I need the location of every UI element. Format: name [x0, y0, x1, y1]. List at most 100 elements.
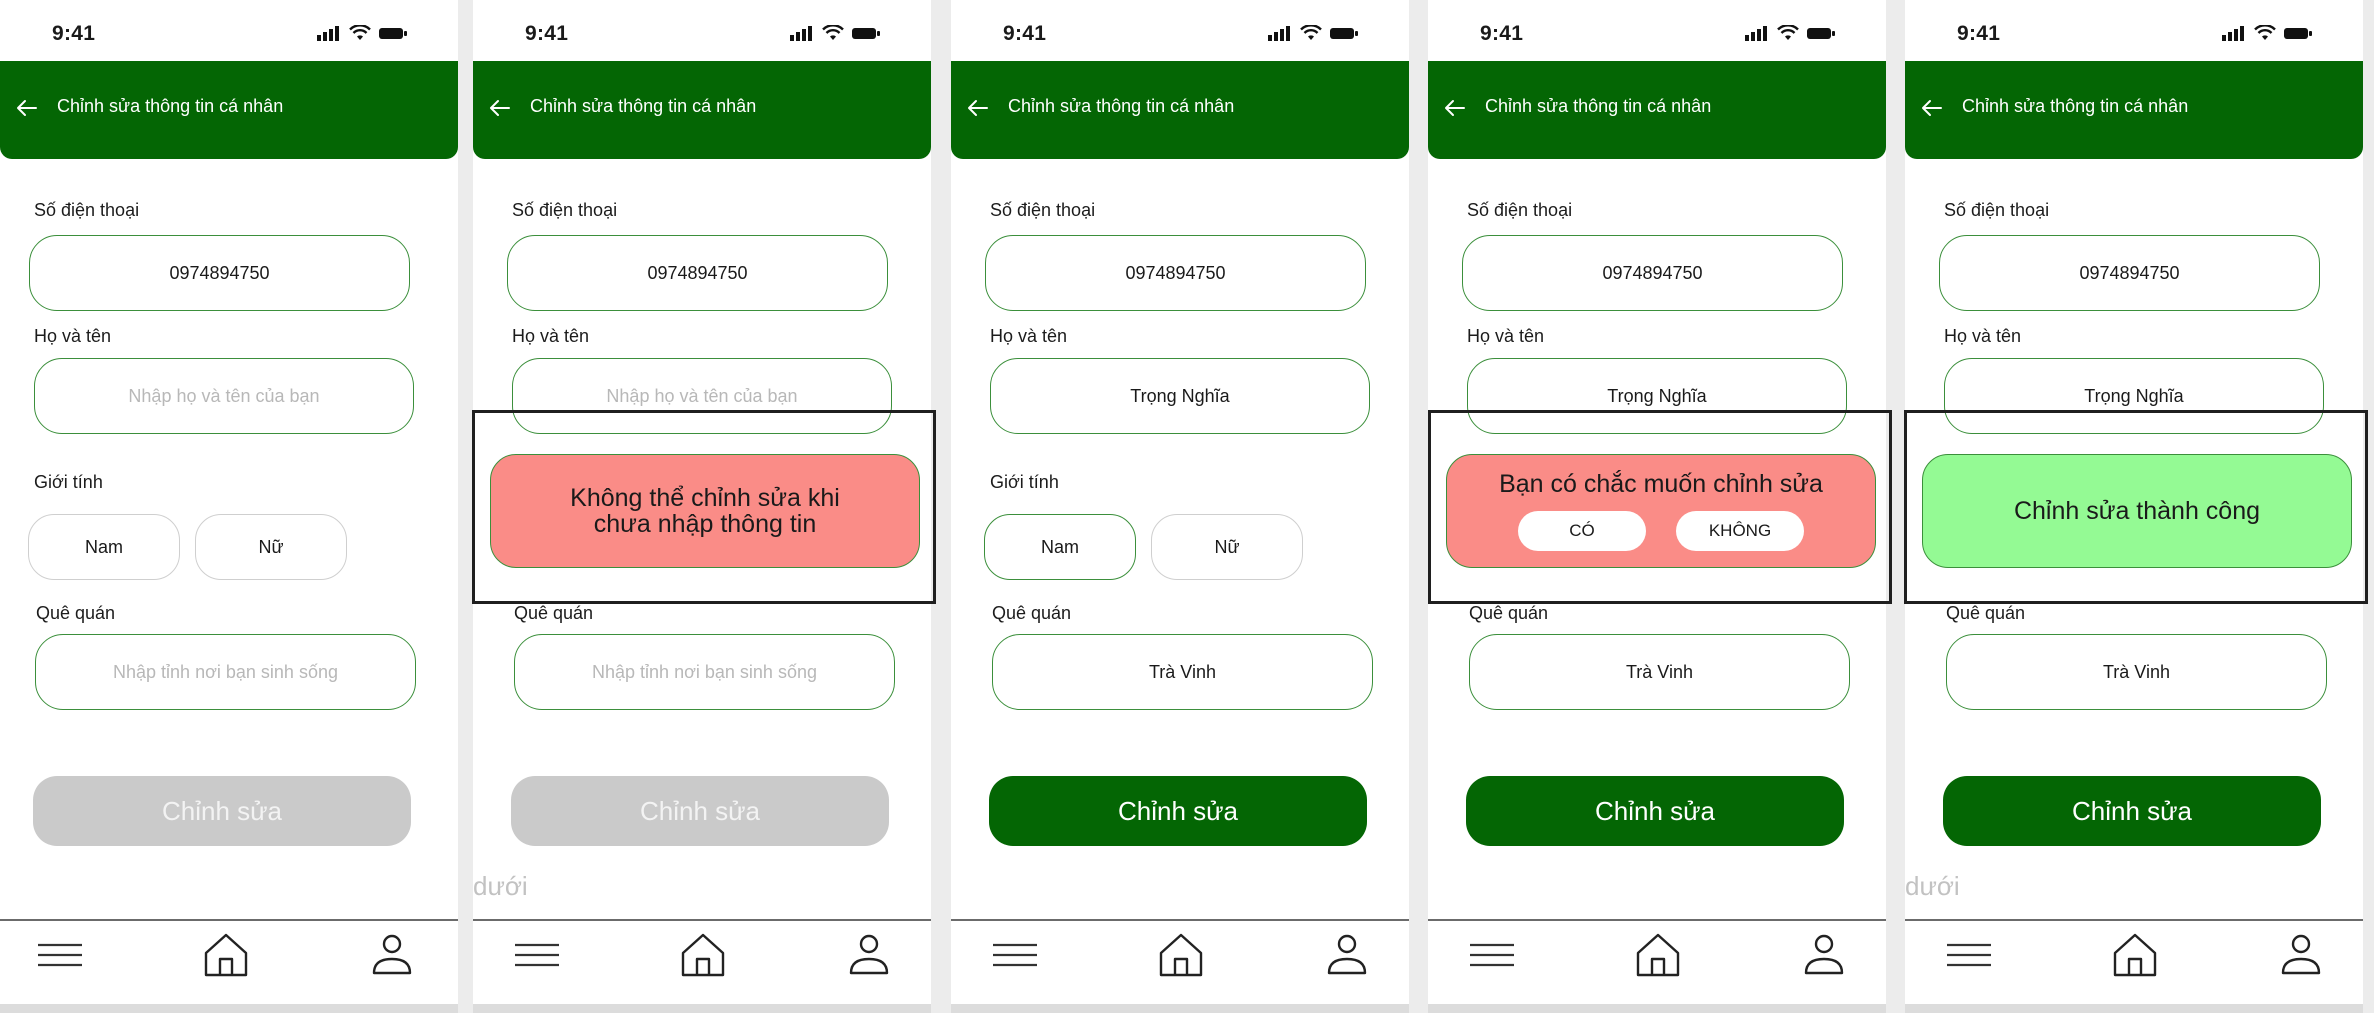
- phone-field[interactable]: 0974894750: [1462, 235, 1843, 311]
- hometown-label: Quê quán: [514, 603, 594, 623]
- battery-icon: [852, 27, 880, 39]
- header-bar: Chỉnh sửa thông tin cá nhân: [1905, 61, 2363, 159]
- wifi-icon: [2254, 25, 2276, 40]
- page-title: Chỉnh sửa thông tin cá nhân: [530, 96, 757, 116]
- status-bar: 9:41: [473, 0, 931, 60]
- confirm-no-button[interactable]: KHÔNG: [1676, 511, 1804, 551]
- signal-icon: [790, 26, 812, 41]
- status-bar: 9:41: [1428, 0, 1886, 60]
- status-time: 9:41: [525, 22, 569, 45]
- home-icon[interactable]: [2109, 929, 2161, 981]
- confirm-dialog-text: Bạn có chắc muốn chỉnh sửa: [1499, 470, 1823, 498]
- phone-field[interactable]: 0974894750: [985, 235, 1366, 311]
- user-icon[interactable]: [1798, 929, 1850, 981]
- page-title: Chỉnh sửa thông tin cá nhân: [1008, 96, 1235, 116]
- edit-submit-button[interactable]: Chỉnh sửa: [511, 776, 889, 846]
- home-icon[interactable]: [1632, 929, 1684, 981]
- name-label: Họ và tên: [512, 326, 590, 346]
- menu-icon[interactable]: [34, 929, 86, 981]
- gender-male-button[interactable]: Nam: [984, 514, 1136, 580]
- signal-icon: [317, 26, 339, 41]
- phone-label: Số điện thoại: [1467, 200, 1573, 220]
- name-label: Họ và tên: [1467, 326, 1545, 346]
- stray-text: dưới: [1905, 871, 1960, 901]
- status-time: 9:41: [1957, 22, 2001, 45]
- status-icons: [1267, 24, 1359, 42]
- arrow-left-icon[interactable]: [487, 95, 513, 121]
- error-dialog: Không thể chỉnh sửa khi chưa nhập thông …: [490, 454, 920, 568]
- home-icon[interactable]: [677, 929, 729, 981]
- edit-profile-screen-empty: 9:41 Chỉnh sửa thông tin cá nhân Số điện…: [0, 0, 458, 1013]
- arrow-left-icon[interactable]: [1919, 95, 1945, 121]
- hometown-field[interactable]: Nhập tỉnh nơi bạn sinh sống: [514, 634, 895, 710]
- edit-submit-button[interactable]: Chỉnh sửa: [33, 776, 411, 846]
- success-dialog-text: Chỉnh sửa thành công: [2013, 497, 2261, 525]
- page-title: Chỉnh sửa thông tin cá nhân: [57, 96, 284, 116]
- header-bar: Chỉnh sửa thông tin cá nhân: [0, 61, 458, 159]
- arrow-left-icon[interactable]: [1442, 95, 1468, 121]
- status-icons: [316, 24, 408, 42]
- user-icon[interactable]: [366, 929, 418, 981]
- error-dialog-line2: chưa nhập thông tin: [593, 510, 817, 538]
- gender-label: Giới tính: [990, 472, 1059, 492]
- battery-icon: [2284, 27, 2312, 39]
- phone-label: Số điện thoại: [512, 200, 618, 220]
- confirm-dialog: Bạn có chắc muốn chỉnh sửa CÓ KHÔNG: [1446, 454, 1876, 568]
- arrow-left-icon[interactable]: [965, 95, 991, 121]
- header-bar: Chỉnh sửa thông tin cá nhân: [951, 61, 1409, 159]
- menu-icon[interactable]: [511, 929, 563, 981]
- gender-female-button[interactable]: Nữ: [1151, 514, 1303, 580]
- user-icon[interactable]: [843, 929, 895, 981]
- status-time: 9:41: [1480, 22, 1524, 45]
- signal-icon: [1745, 26, 1767, 41]
- header-bar: Chỉnh sửa thông tin cá nhân: [1428, 61, 1886, 159]
- confirm-yes-button[interactable]: CÓ: [1518, 511, 1646, 551]
- phone-field[interactable]: 0974894750: [29, 235, 410, 311]
- edit-submit-button[interactable]: Chỉnh sửa: [1943, 776, 2321, 846]
- phone-field[interactable]: 0974894750: [1939, 235, 2320, 311]
- home-icon[interactable]: [1155, 929, 1207, 981]
- gender-male-button[interactable]: Nam: [28, 514, 180, 580]
- home-indicator: [951, 1004, 1409, 1013]
- status-bar: 9:41: [1905, 0, 2363, 60]
- menu-icon[interactable]: [989, 929, 1041, 981]
- hometown-field[interactable]: Trà Vinh: [1946, 634, 2327, 710]
- home-icon[interactable]: [200, 929, 252, 981]
- name-field[interactable]: Nhập họ và tên của bạn: [34, 358, 414, 434]
- name-field[interactable]: Trọng Nghĩa: [990, 358, 1370, 434]
- wifi-icon: [1300, 25, 1322, 40]
- phone-label: Số điện thoại: [1944, 200, 2050, 220]
- gender-female-button[interactable]: Nữ: [195, 514, 347, 580]
- arrow-left-icon[interactable]: [14, 95, 40, 121]
- edit-submit-button[interactable]: Chỉnh sửa: [989, 776, 1367, 846]
- battery-icon: [1330, 27, 1358, 39]
- confirm-dialog-actions: CÓ KHÔNG: [1518, 511, 1804, 551]
- hometown-field[interactable]: Trà Vinh: [992, 634, 1373, 710]
- hometown-field[interactable]: Nhập tỉnh nơi bạn sinh sống: [35, 634, 416, 710]
- menu-icon[interactable]: [1943, 929, 1995, 981]
- user-icon[interactable]: [2275, 929, 2327, 981]
- user-icon[interactable]: [1321, 929, 1373, 981]
- page-title: Chỉnh sửa thông tin cá nhân: [1485, 96, 1712, 116]
- hometown-field[interactable]: Trà Vinh: [1469, 634, 1850, 710]
- header-bar: Chỉnh sửa thông tin cá nhân: [473, 61, 931, 159]
- home-indicator: [1905, 1004, 2363, 1013]
- edit-submit-button[interactable]: Chỉnh sửa: [1466, 776, 1844, 846]
- status-time: 9:41: [1003, 22, 1047, 45]
- status-icons: [789, 24, 881, 42]
- bottom-nav-divider: [473, 919, 931, 921]
- hometown-label: Quê quán: [1469, 603, 1549, 623]
- bottom-nav-divider: [1905, 919, 2363, 921]
- menu-icon[interactable]: [1466, 929, 1518, 981]
- name-label: Họ và tên: [34, 326, 112, 346]
- hometown-label: Quê quán: [1946, 603, 2026, 623]
- hometown-label: Quê quán: [36, 603, 116, 623]
- home-indicator: [1428, 1004, 1886, 1013]
- status-icons: [1744, 24, 1836, 42]
- error-dialog-line1: Không thể chỉnh sửa khi: [570, 484, 840, 512]
- battery-icon: [1807, 27, 1835, 39]
- signal-icon: [1268, 26, 1290, 41]
- gender-label: Giới tính: [34, 472, 103, 492]
- phone-field[interactable]: 0974894750: [507, 235, 888, 311]
- status-bar: 9:41: [0, 0, 458, 60]
